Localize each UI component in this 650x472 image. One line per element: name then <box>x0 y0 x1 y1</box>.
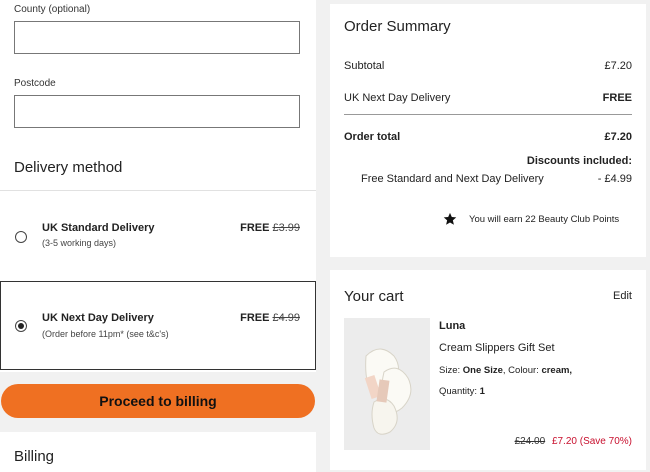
delivery-label: UK Next Day Delivery <box>344 92 451 104</box>
subtotal-label: Subtotal <box>344 60 385 72</box>
radio-standard[interactable] <box>15 231 27 243</box>
edit-cart-link[interactable]: Edit <box>613 290 632 302</box>
slippers-image <box>344 318 430 450</box>
proceed-to-billing-button[interactable]: Proceed to billing <box>1 384 315 418</box>
colour-label: Colour: <box>508 365 539 376</box>
your-cart-title: Your cart <box>344 288 404 305</box>
order-total-value: £7.20 <box>604 131 632 143</box>
saving-text: (Save 70%) <box>579 436 632 447</box>
option-name: UK Next Day Delivery <box>42 312 154 324</box>
discount-name: Free Standard and Next Day Delivery <box>361 173 544 185</box>
order-total-row: Order total £7.20 <box>344 131 632 143</box>
size-value: One Size <box>462 365 503 376</box>
address-panel: County (optional) Postcode <box>0 0 316 140</box>
order-summary-panel: Order Summary Subtotal £7.20 UK Next Day… <box>330 4 646 257</box>
option-price: FREE £4.99 <box>240 312 300 324</box>
delivery-method-title: Delivery method <box>14 159 123 176</box>
postcode-input[interactable] <box>14 95 300 128</box>
delivery-option-standard[interactable]: UK Standard Delivery (3-5 working days) … <box>0 210 316 266</box>
billing-title: Billing <box>14 448 55 465</box>
option-price: FREE £3.99 <box>240 222 300 234</box>
your-cart-panel: Your cart Edit Luna Cream Slippers Gift … <box>330 270 646 470</box>
size-label: Size: <box>439 365 461 376</box>
was-price: £24.00 <box>514 436 546 447</box>
beauty-points-text: You will earn 22 Beauty Club Points <box>469 214 620 225</box>
delivery-row: UK Next Day Delivery FREE <box>344 92 632 104</box>
discount-value: - £4.99 <box>597 173 632 185</box>
order-summary-title: Order Summary <box>344 18 451 35</box>
summary-divider <box>344 114 632 115</box>
now-price: £7.20 <box>551 436 577 447</box>
county-label: County (optional) <box>14 4 91 15</box>
county-input[interactable] <box>14 21 300 54</box>
subtotal-value: £7.20 <box>604 60 632 72</box>
subtotal-row: Subtotal £7.20 <box>344 60 632 72</box>
quantity-value: 1 <box>479 386 485 397</box>
price-was: £4.99 <box>272 312 300 324</box>
order-total-label: Order total <box>344 131 401 143</box>
option-sub: (3-5 working days) <box>42 238 117 248</box>
delivery-option-next-day[interactable]: UK Next Day Delivery (Order before 11pm*… <box>0 281 316 370</box>
price-was: £3.99 <box>272 222 300 234</box>
discounts-heading: Discounts included: <box>526 155 632 167</box>
quantity-label: Quantity: <box>439 386 478 397</box>
postcode-label: Postcode <box>14 78 56 89</box>
price-now: FREE <box>240 312 270 324</box>
option-sub: (Order before 11pm* (see t&c's) <box>42 329 169 339</box>
product-attributes: Size: One Size, Colour: cream, <box>439 365 573 376</box>
option-name: UK Standard Delivery <box>42 222 155 234</box>
product-image <box>344 318 430 450</box>
radio-next-day[interactable] <box>15 320 27 332</box>
billing-panel: Billing <box>0 432 316 472</box>
star-icon <box>443 212 457 225</box>
price-now: FREE <box>240 222 270 234</box>
product-name[interactable]: Cream Slippers Gift Set <box>439 342 555 354</box>
colour-value: cream, <box>541 365 573 376</box>
product-brand: Luna <box>439 320 466 332</box>
delivery-value: FREE <box>602 92 632 104</box>
delivery-divider <box>0 190 316 191</box>
product-quantity: Quantity: 1 <box>439 386 485 397</box>
product-price: £24.00 £7.20 (Save 70%) <box>515 436 632 447</box>
